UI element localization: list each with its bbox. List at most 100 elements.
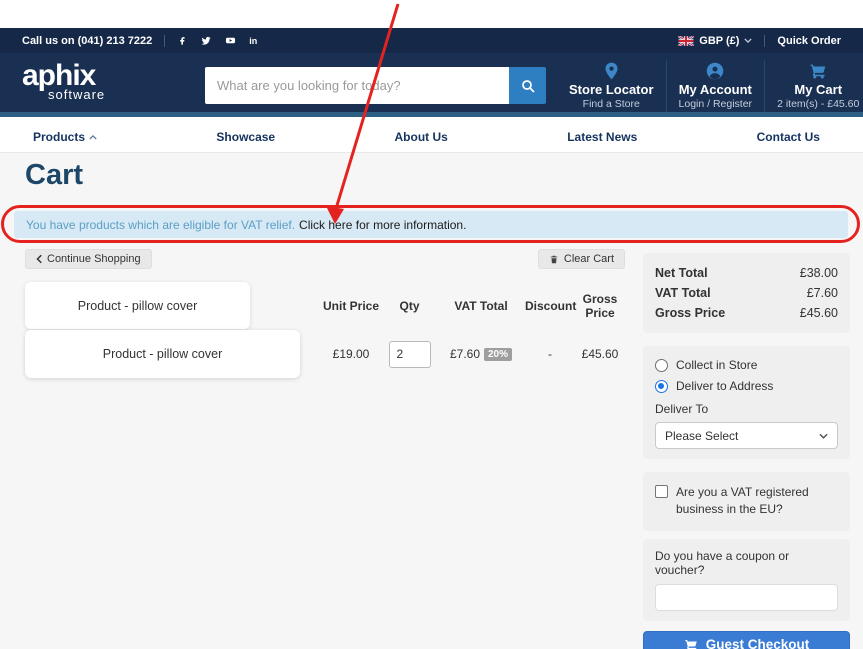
user-circle-icon bbox=[706, 62, 724, 80]
discount-value: - bbox=[525, 347, 575, 361]
cart-table-section: Continue Shopping Clear Cart Product - p… bbox=[25, 249, 625, 649]
cart-icon bbox=[684, 638, 699, 649]
collect-in-store-option[interactable]: Collect in Store bbox=[655, 358, 838, 372]
coupon-label: Do you have a coupon or voucher? bbox=[655, 549, 838, 577]
vat-business-question: Are you a VAT registered business in the… bbox=[676, 484, 836, 519]
map-pin-icon bbox=[604, 62, 619, 80]
summary-row: VAT Total £7.60 bbox=[655, 283, 838, 303]
linkedin-icon[interactable]: in bbox=[249, 36, 257, 46]
cart-page: Call us on (041) 213 7222 in GBP (£) Qui… bbox=[0, 0, 863, 649]
currency-selector[interactable]: GBP (£) bbox=[678, 35, 752, 47]
nav-item-about-us[interactable]: About Us bbox=[395, 130, 448, 144]
store-locator-button[interactable]: Store Locator Find a Store bbox=[557, 60, 666, 112]
currency-label: GBP (£) bbox=[699, 35, 739, 47]
action-label: My Account bbox=[679, 82, 753, 97]
action-sublabel: 2 item(s) - £45.60 bbox=[777, 98, 859, 110]
button-label: Continue Shopping bbox=[47, 253, 141, 265]
column-header-discount: Discount bbox=[525, 299, 575, 313]
action-sublabel: Find a Store bbox=[569, 98, 654, 110]
uk-flag-icon bbox=[678, 36, 694, 46]
chevron-down-icon bbox=[744, 38, 752, 43]
nav-label: Showcase bbox=[216, 130, 275, 144]
cart-row: Product - pillow cover £19.00 £7.60 20% … bbox=[25, 330, 625, 378]
search-button[interactable] bbox=[509, 67, 546, 104]
notice-more-info-link[interactable]: Click here for more information. bbox=[299, 218, 466, 232]
quantity-input[interactable] bbox=[389, 341, 431, 368]
aphix-logo[interactable]: aphix software bbox=[22, 61, 105, 102]
column-header-qty: Qty bbox=[382, 299, 437, 313]
trash-icon bbox=[549, 254, 559, 265]
summary-value: £7.60 bbox=[807, 286, 838, 300]
facebook-icon[interactable] bbox=[177, 35, 188, 46]
summary-value: £38.00 bbox=[800, 266, 838, 280]
deliver-to-label: Deliver To bbox=[655, 402, 838, 416]
column-header-unit-price: Unit Price bbox=[320, 299, 382, 313]
chevron-left-icon bbox=[36, 254, 42, 264]
select-value: Please Select bbox=[665, 429, 738, 443]
nav-label: Latest News bbox=[567, 130, 637, 144]
vat-business-panel: Are you a VAT registered business in the… bbox=[643, 472, 850, 531]
option-label: Collect in Store bbox=[676, 358, 757, 372]
nav-item-products[interactable]: Products bbox=[33, 130, 97, 144]
search-input[interactable] bbox=[205, 67, 509, 104]
main-header: aphix software Store Locator Find a Stor… bbox=[0, 53, 863, 117]
chevron-down-icon bbox=[819, 433, 828, 439]
quick-order-link[interactable]: Quick Order bbox=[777, 35, 841, 47]
phone-link[interactable]: Call us on (041) 213 7222 bbox=[22, 35, 152, 47]
delivery-panel: Collect in Store Deliver to Address Deli… bbox=[643, 346, 850, 459]
deliver-to-select[interactable]: Please Select bbox=[655, 422, 838, 449]
product-name[interactable]: Product - pillow cover bbox=[25, 330, 300, 378]
button-label: Guest Checkout bbox=[706, 637, 810, 649]
nav-item-latest-news[interactable]: Latest News bbox=[567, 130, 637, 144]
twitter-icon[interactable] bbox=[200, 35, 212, 46]
nav-item-contact-us[interactable]: Contact Us bbox=[757, 130, 820, 144]
column-header-gross-price: Gross Price bbox=[575, 292, 625, 320]
unit-price-value: £19.00 bbox=[320, 347, 382, 361]
vat-relief-notice: You have products which are eligible for… bbox=[14, 211, 848, 238]
divider bbox=[764, 35, 765, 47]
my-cart-button[interactable]: My Cart 2 item(s) - £45.60 bbox=[764, 60, 863, 112]
page-title: Cart bbox=[25, 159, 83, 192]
my-account-button[interactable]: My Account Login / Register bbox=[666, 60, 765, 112]
vat-rate-badge: 20% bbox=[484, 348, 512, 361]
action-label: My Cart bbox=[777, 82, 859, 97]
youtube-icon[interactable] bbox=[224, 35, 237, 46]
action-label: Store Locator bbox=[569, 82, 654, 97]
checkout-sidebar: Net Total £38.00 VAT Total £7.60 Gross P… bbox=[643, 253, 850, 649]
page-body: Cart You have products which are eligibl… bbox=[0, 153, 863, 649]
cart-table-header: Product - pillow cover Unit Price Qty VA… bbox=[25, 282, 625, 329]
option-label: Deliver to Address bbox=[676, 379, 773, 393]
notice-message: You have products which are eligible for… bbox=[26, 218, 295, 232]
gross-price-value: £45.60 bbox=[575, 347, 625, 361]
action-sublabel: Login / Register bbox=[679, 98, 753, 110]
top-utility-bar: Call us on (041) 213 7222 in GBP (£) Qui… bbox=[0, 28, 863, 53]
summary-label: VAT Total bbox=[655, 286, 711, 300]
radio-selected-icon[interactable] bbox=[655, 380, 668, 393]
summary-value: £45.60 bbox=[800, 306, 838, 320]
summary-row: Gross Price £45.60 bbox=[655, 303, 838, 323]
header-actions: Store Locator Find a Store My Account Lo… bbox=[557, 60, 863, 112]
coupon-input[interactable] bbox=[655, 584, 838, 611]
radio-unselected-icon[interactable] bbox=[655, 359, 668, 372]
cart-icon bbox=[809, 62, 828, 80]
main-nav: Products Showcase About Us Latest News C… bbox=[0, 122, 863, 153]
nav-label: About Us bbox=[395, 130, 448, 144]
divider bbox=[164, 35, 165, 47]
coupon-panel: Do you have a coupon or voucher? bbox=[643, 539, 850, 621]
button-label: Clear Cart bbox=[564, 253, 614, 265]
vat-business-checkbox[interactable] bbox=[655, 485, 668, 498]
nav-item-showcase[interactable]: Showcase bbox=[216, 130, 275, 144]
search-bar bbox=[205, 67, 546, 104]
column-header-vat-total: VAT Total bbox=[437, 299, 525, 313]
search-icon bbox=[520, 78, 536, 94]
logo-subtext: software bbox=[48, 87, 105, 102]
summary-row: Net Total £38.00 bbox=[655, 263, 838, 283]
guest-checkout-button[interactable]: Guest Checkout bbox=[643, 631, 850, 649]
nav-label: Products bbox=[33, 130, 85, 144]
clear-cart-button[interactable]: Clear Cart bbox=[538, 249, 625, 269]
continue-shopping-button[interactable]: Continue Shopping bbox=[25, 249, 152, 269]
deliver-to-address-option[interactable]: Deliver to Address bbox=[655, 379, 838, 393]
totals-panel: Net Total £38.00 VAT Total £7.60 Gross P… bbox=[643, 253, 850, 333]
summary-label: Net Total bbox=[655, 266, 708, 280]
vat-total-value: £7.60 bbox=[450, 347, 480, 361]
